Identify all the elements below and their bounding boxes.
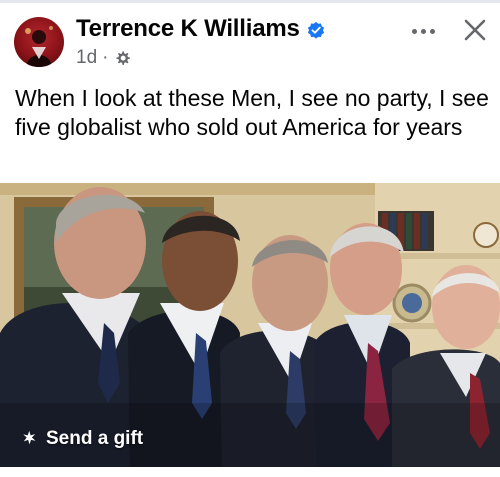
more-options-icon[interactable] xyxy=(408,19,438,43)
post-timestamp[interactable]: 1d xyxy=(76,47,97,69)
post-meta: 1d · xyxy=(76,47,132,69)
verified-badge-icon xyxy=(307,21,325,39)
meta-separator: · xyxy=(102,47,109,68)
author-name[interactable]: Terrence K Williams xyxy=(76,15,300,43)
more-dot xyxy=(420,28,426,34)
send-gift-button[interactable]: Send a gift xyxy=(22,428,143,450)
gear-icon[interactable] xyxy=(113,49,132,68)
close-icon[interactable] xyxy=(460,15,490,45)
more-dot xyxy=(429,28,435,34)
author-avatar[interactable] xyxy=(14,17,64,67)
photo-illustration xyxy=(0,183,500,467)
gift-sparkle-icon xyxy=(23,430,36,445)
post-header: Terrence K Williams 1d · xyxy=(0,3,500,75)
avatar-image xyxy=(25,26,53,67)
send-gift-label: Send a gift xyxy=(46,428,144,449)
post-photo[interactable] xyxy=(0,183,500,467)
bottom-spacer xyxy=(0,467,500,477)
post-text: When I look at these Men, I see no party… xyxy=(15,85,489,140)
more-dot xyxy=(411,28,417,34)
